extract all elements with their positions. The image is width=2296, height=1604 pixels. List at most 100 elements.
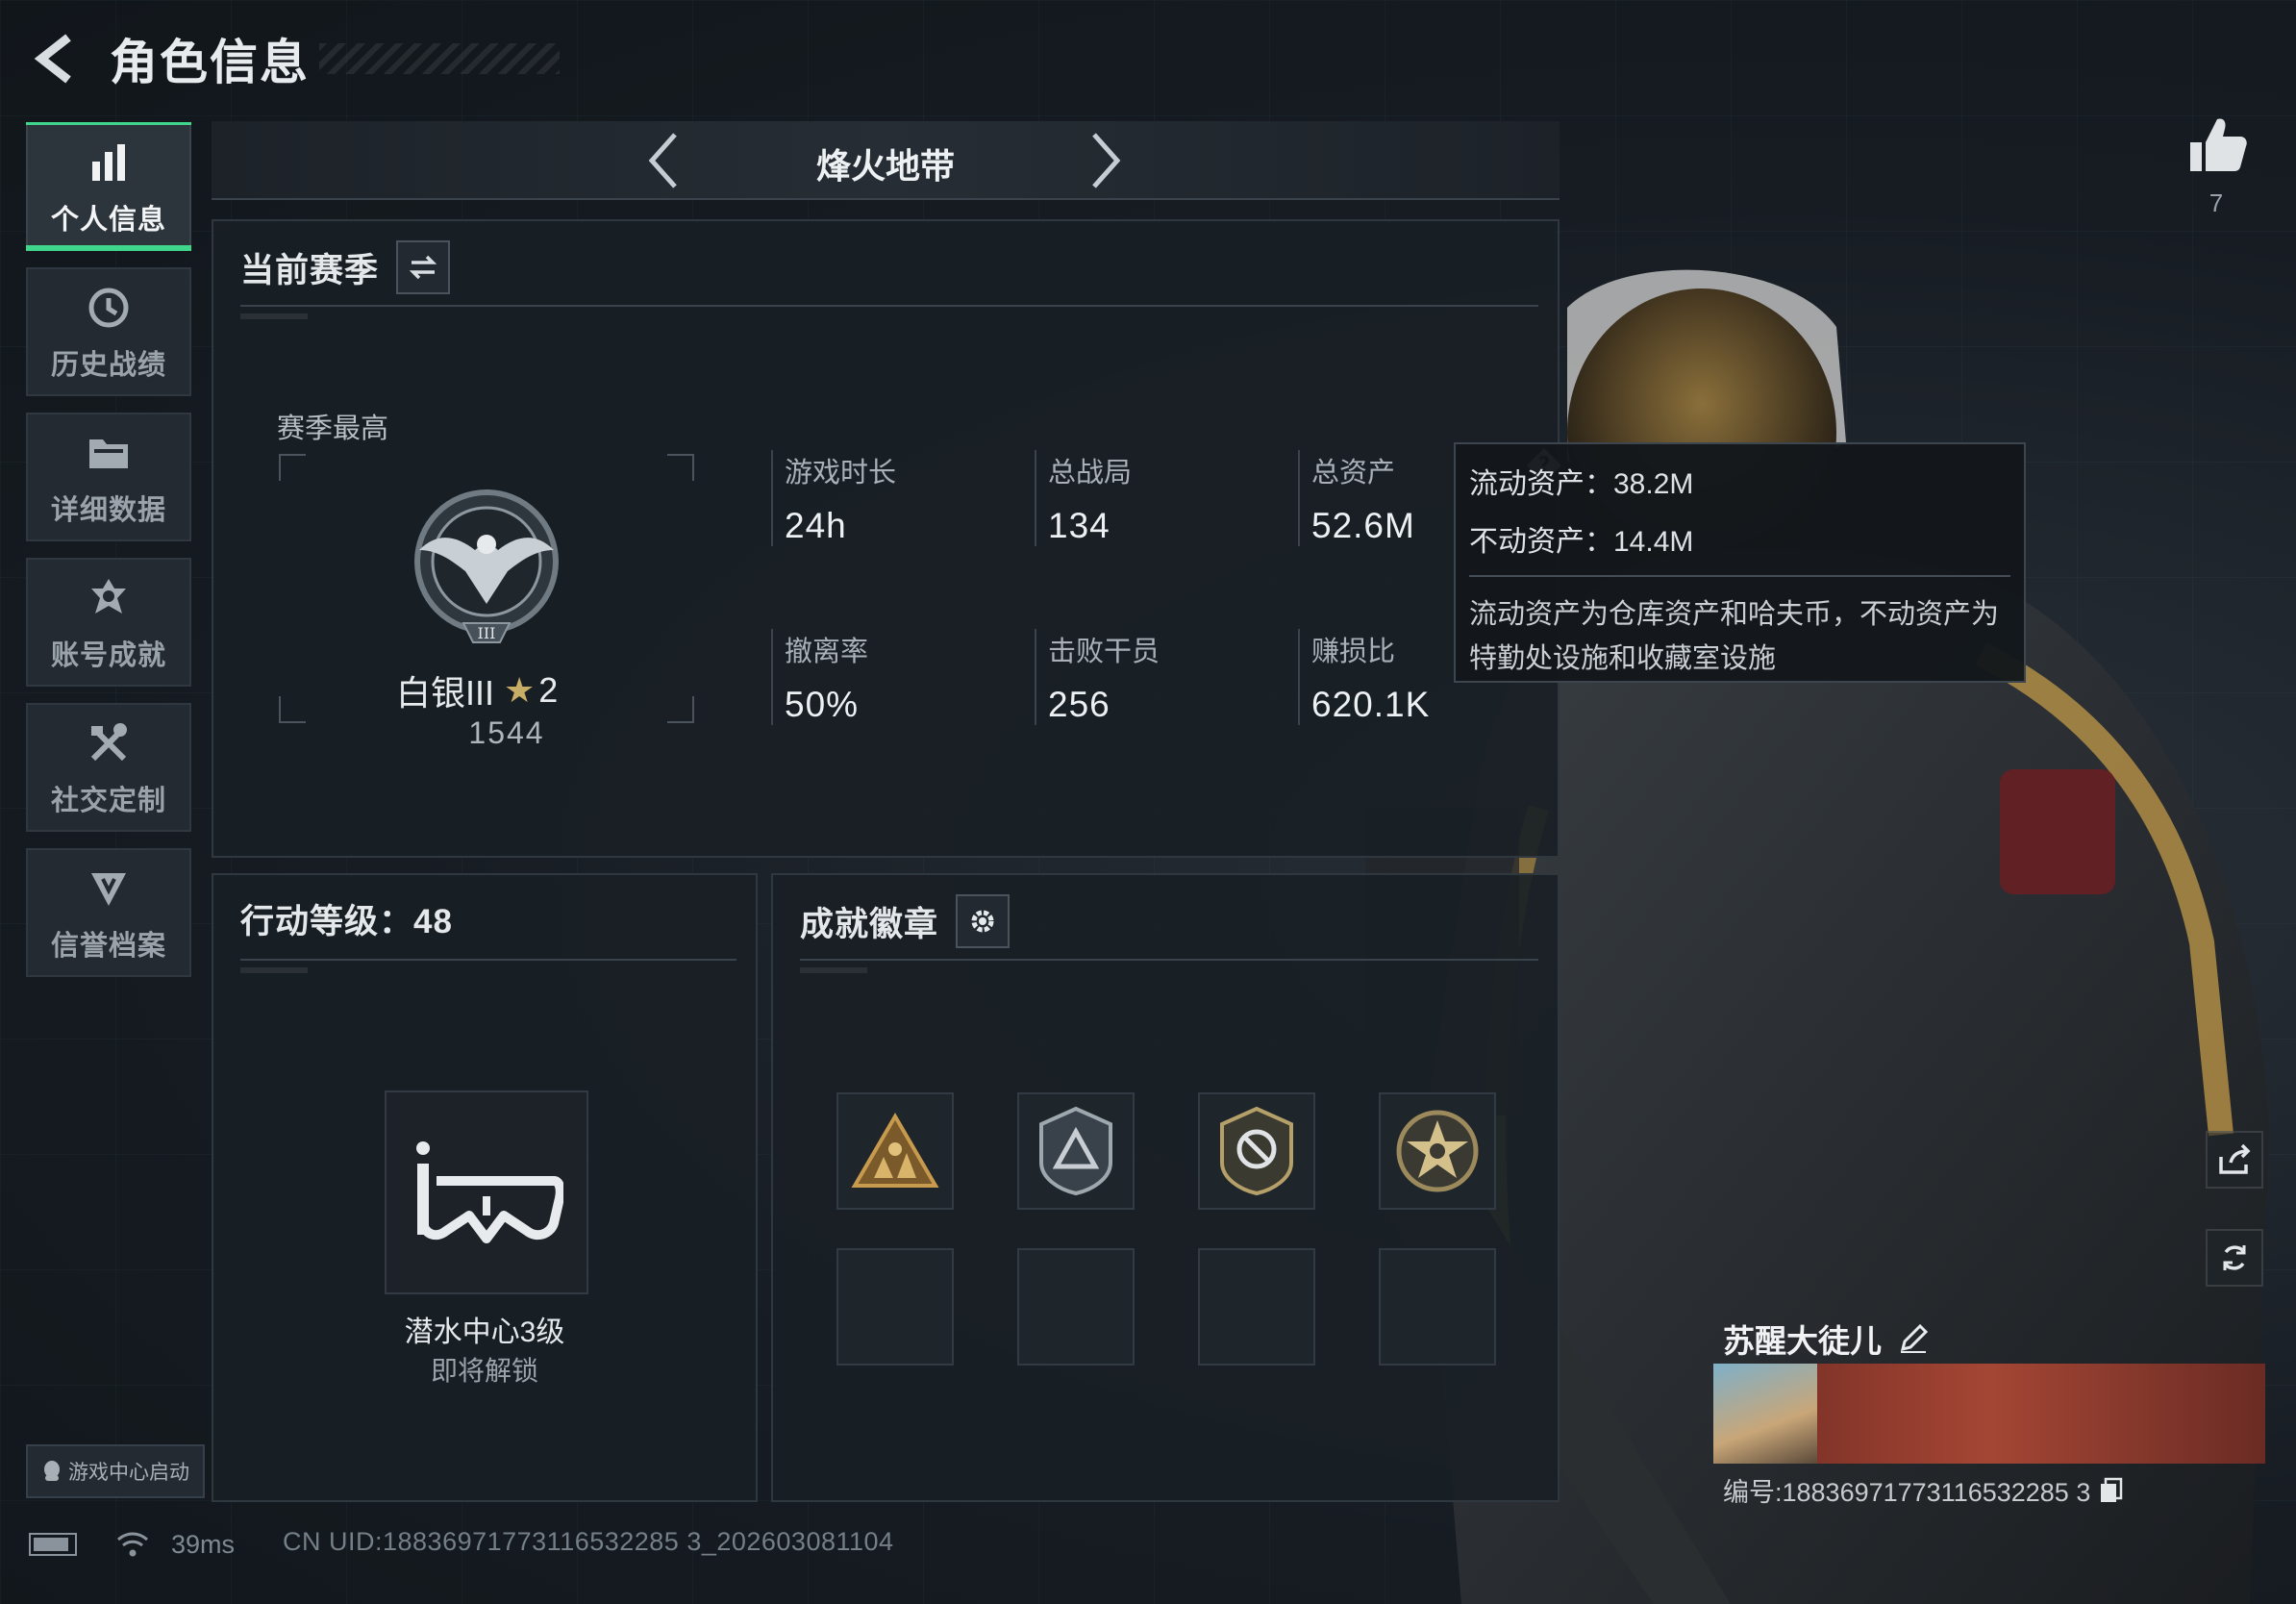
badge-slot[interactable]	[1198, 1092, 1315, 1210]
sidebar-item-label: 详细数据	[50, 495, 166, 526]
tools-icon	[82, 716, 136, 770]
achievement-badges-panel: 成就徽章	[771, 873, 1560, 1502]
stat-label: 游戏时长	[785, 458, 897, 489]
diving-mask-icon	[416, 1141, 563, 1243]
qq-icon	[44, 1461, 60, 1481]
share-button[interactable]	[2206, 1131, 2263, 1189]
sidebar-item-achievements[interactable]: 账号成就	[26, 558, 191, 687]
launch-label: 游戏中心启动	[68, 1462, 189, 1484]
stat-value: 52.6M	[1311, 506, 1415, 545]
like-count: 7	[2209, 188, 2224, 217]
badge-slot-empty[interactable]	[1379, 1248, 1496, 1366]
shield-crosshair-badge-icon	[1220, 1106, 1293, 1196]
share-icon	[2219, 1143, 2251, 1174]
player-id: 编号:18836971773116532285 3	[1723, 1471, 2125, 1509]
season-switch-button[interactable]	[396, 240, 451, 294]
pencil-icon[interactable]	[1897, 1322, 1930, 1355]
copy-icon[interactable]	[2098, 1477, 2125, 1504]
refresh-icon	[2223, 1245, 2246, 1270]
avatar[interactable]	[1713, 1364, 1817, 1464]
stat-value: 134	[1048, 506, 1111, 545]
star-skull-badge-icon	[1396, 1110, 1479, 1192]
game-center-launch-button[interactable]: 游戏中心启动	[26, 1444, 205, 1498]
divider	[800, 959, 1538, 961]
title-decoration	[319, 43, 560, 74]
stat-value: 256	[1048, 685, 1111, 724]
back-button[interactable]	[25, 25, 83, 92]
ping-text: 39ms	[171, 1529, 236, 1559]
sidebar-item-label: 个人信息	[50, 205, 166, 236]
stat-label: 击败干员	[1048, 637, 1160, 667]
header: 角色信息	[25, 25, 560, 92]
action-level-title: 行动等级：48	[240, 903, 453, 940]
mode-next-button[interactable]	[1077, 131, 1135, 190]
stat-value: 50%	[785, 685, 860, 724]
sidebar-item-social-custom[interactable]: 社交定制	[26, 703, 191, 832]
player-name-text: 苏醒大徒儿	[1723, 1323, 1882, 1359]
player-card-banner[interactable]	[1713, 1364, 2265, 1464]
stat-profit-loss-ratio: 赚损比 620.1K	[1298, 629, 1430, 725]
wifi-icon	[117, 1532, 148, 1557]
stat-play-time: 游戏时长 24h	[771, 450, 896, 546]
sidebar-item-label: 账号成就	[50, 640, 166, 671]
unlock-item[interactable]	[385, 1090, 588, 1294]
sidebar-item-detailed-data[interactable]: 详细数据	[26, 413, 191, 541]
achievement-icon	[82, 571, 136, 625]
badge-slot-empty[interactable]	[1017, 1248, 1135, 1366]
svg-text:III: III	[478, 624, 496, 642]
badge-slot-empty[interactable]	[1198, 1248, 1315, 1366]
sidebar-item-personal-info[interactable]: 个人信息	[26, 122, 191, 251]
sidebar-item-label: 信誉档案	[50, 931, 166, 962]
divider-tick	[240, 313, 308, 319]
reputation-icon	[82, 862, 136, 915]
badges-title: 成就徽章	[800, 905, 939, 943]
season-best-label: 赛季最高	[277, 414, 389, 444]
mode-title: 烽火地带	[815, 146, 955, 186]
back-arrow-icon	[34, 34, 71, 84]
rotate-button[interactable]	[2206, 1229, 2263, 1287]
badge-slot[interactable]	[836, 1092, 954, 1210]
stat-operators-defeated: 击败干员 256	[1035, 629, 1160, 725]
player-name: 苏醒大徒儿	[1723, 1316, 1930, 1362]
player-id-text: 编号:18836971773116532285 3	[1723, 1478, 2091, 1507]
sidebar: 个人信息 历史战绩 详细数据 账号成就 社交定制 信誉档案	[26, 122, 191, 993]
stat-extraction-rate: 撤离率 50%	[771, 629, 868, 725]
rank-stars: 2	[538, 670, 559, 710]
tooltip-liquid-assets: 流动资产：38.2M	[1469, 468, 1694, 500]
folder-icon	[82, 426, 136, 480]
tooltip-description: 流动资产为仓库资产和哈夫币，不动资产为特勤处设施和收藏室设施	[1469, 599, 2000, 674]
status-bar: 39ms	[29, 1525, 235, 1564]
mode-selector: 烽火地带	[212, 121, 1560, 200]
unlock-item-status: 即将解锁	[430, 1356, 538, 1386]
badges-settings-button[interactable]	[956, 894, 1011, 948]
tooltip-divider	[1469, 575, 2010, 577]
sidebar-item-reputation[interactable]: 信誉档案	[26, 848, 191, 977]
divider-tick	[800, 967, 867, 973]
sidebar-item-history[interactable]: 历史战绩	[26, 267, 191, 396]
action-level-panel: 行动等级：48 潜水中心3级 即将解锁	[212, 873, 758, 1502]
badge-slot[interactable]	[1017, 1092, 1135, 1210]
page-title: 角色信息	[110, 36, 310, 89]
divider-tick	[240, 967, 308, 973]
unlock-item-name: 潜水中心3级	[404, 1316, 565, 1348]
sidebar-item-label: 历史战绩	[50, 350, 166, 381]
thumbs-up-icon[interactable]	[2183, 112, 2250, 179]
rank-name: 白银III ★ 2	[396, 665, 646, 715]
badge-slot-empty[interactable]	[836, 1248, 954, 1366]
history-icon	[82, 281, 136, 335]
stat-total-matches: 总战局 134	[1035, 450, 1132, 546]
stat-label: 总资产	[1311, 458, 1396, 489]
shield-triangle-badge-icon	[1039, 1106, 1112, 1196]
sidebar-item-label: 社交定制	[50, 786, 166, 816]
rank-name-text: 白银III	[396, 673, 495, 713]
triangle-squad-badge-icon	[851, 1113, 939, 1188]
rank-score: 1544	[468, 715, 545, 750]
uid-text: CN UID:18836971773116532285 3_2026030811…	[283, 1527, 894, 1556]
stat-value: 24h	[785, 506, 847, 545]
battery-icon	[29, 1533, 77, 1556]
divider	[240, 305, 1538, 307]
star-icon: ★	[504, 670, 536, 710]
stat-label: 赚损比	[1311, 637, 1396, 667]
bar-chart-icon	[82, 136, 136, 189]
badge-slot[interactable]	[1379, 1092, 1496, 1210]
